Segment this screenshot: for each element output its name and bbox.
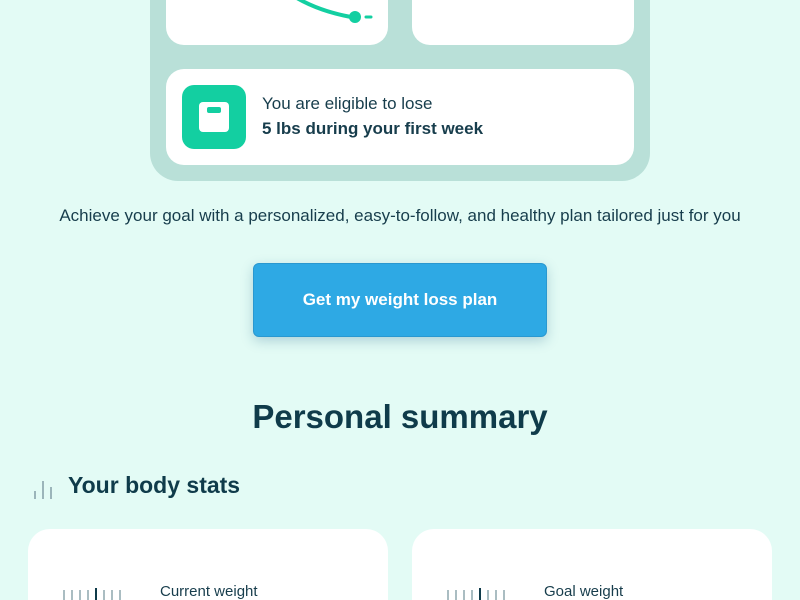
get-plan-button[interactable]: Get my weight loss plan: [253, 263, 547, 337]
bathroom-scale-icon: [199, 102, 229, 132]
bar-stats-icon: [34, 480, 52, 499]
eligibility-line2: 5 lbs during your first week: [262, 119, 484, 138]
goal-weight-card: Goal weight: [412, 529, 772, 600]
ruler-scale-icon: [63, 588, 121, 600]
personal-summary-title: Personal summary: [252, 398, 548, 435]
eligibility-card: You are eligible to lose 5 lbs during yo…: [166, 69, 634, 165]
ruler-scale-icon: [447, 588, 505, 600]
current-weight-label: Current weight: [160, 583, 258, 600]
eligibility-text: You are eligible to lose 5 lbs during yo…: [262, 92, 483, 142]
summary-card-right: [412, 0, 634, 45]
weight-chart-card: [166, 0, 388, 45]
goal-weight-label: Goal weight: [544, 583, 624, 600]
weight-curve-chart: [296, 0, 373, 23]
page: You are eligible to lose 5 lbs during yo…: [0, 0, 800, 600]
tagline: Achieve your goal with a personalized, e…: [59, 206, 741, 225]
eligibility-line1: You are eligible to lose: [262, 94, 433, 113]
body-stats-title: Your body stats: [68, 472, 241, 498]
goal-point-marker: [349, 11, 361, 23]
current-weight-card: Current weight: [28, 529, 388, 600]
scale-badge: [182, 85, 246, 149]
body-stats-header: Your body stats: [32, 472, 240, 499]
weight-curve-line: [296, 0, 353, 19]
